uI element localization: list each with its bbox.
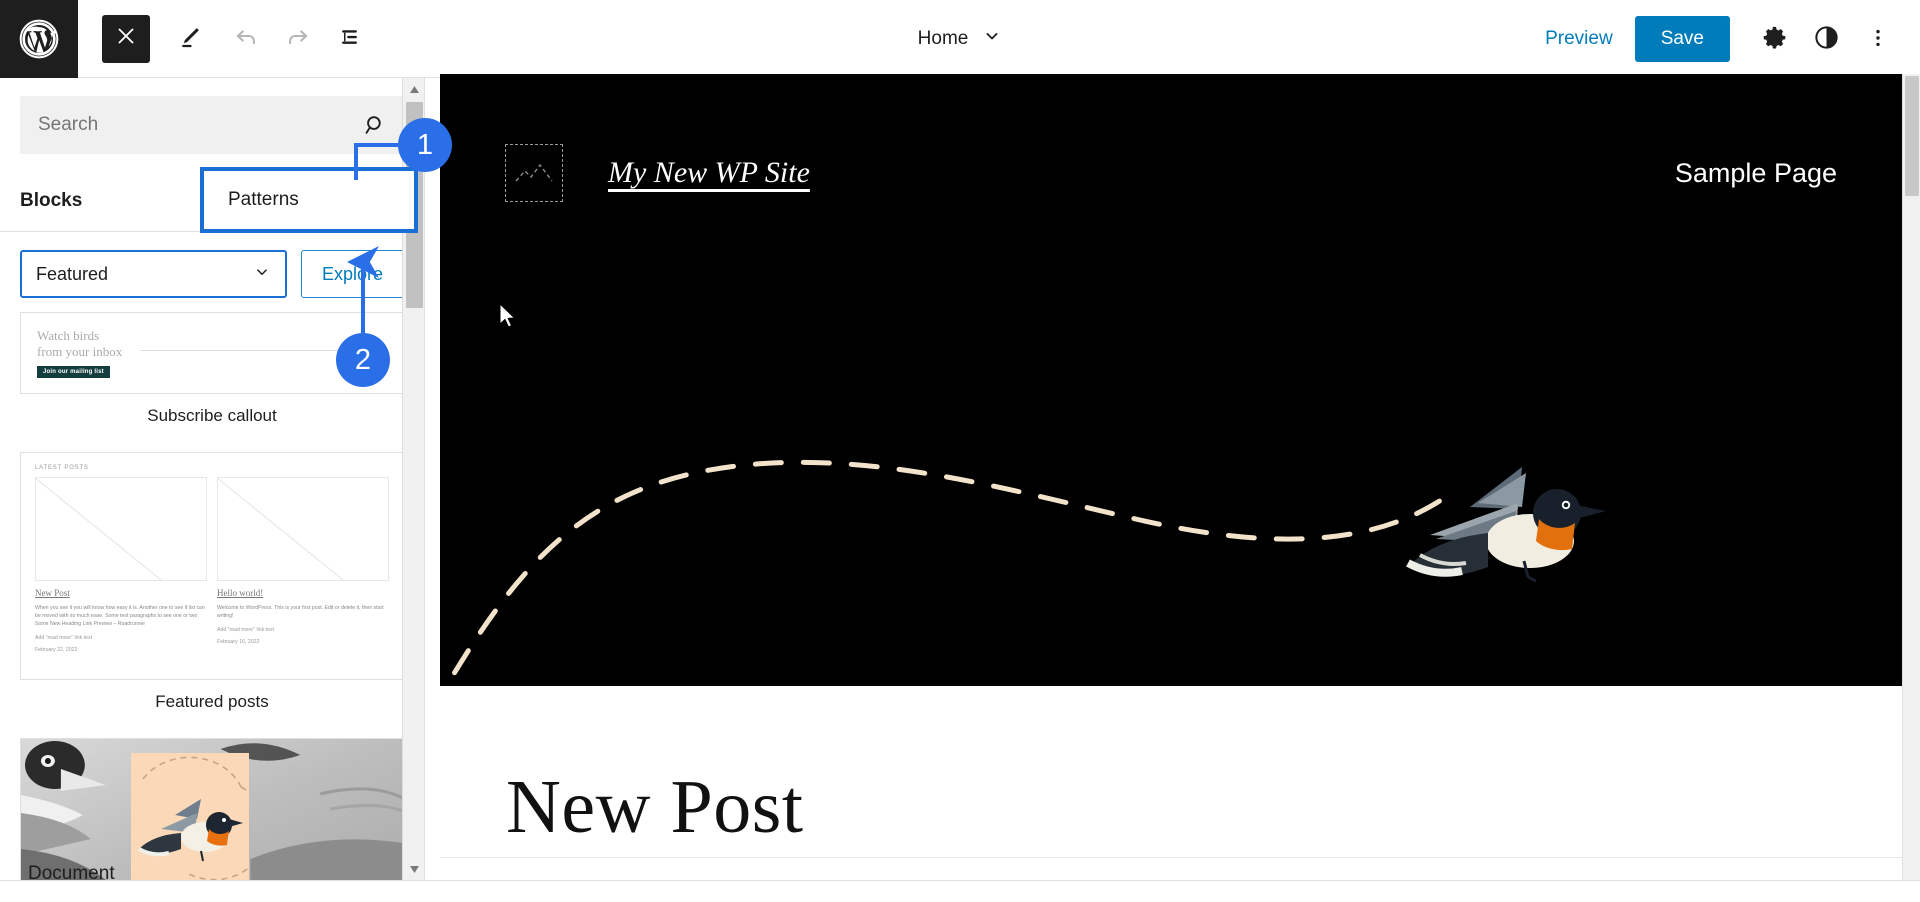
canvas-scrollbar-thumb[interactable] [1905,76,1919,196]
undo-arrow-icon [231,22,261,55]
redo-arrow-icon [283,22,313,55]
search-input[interactable] [20,96,362,154]
pattern-filter-row: Featured Explore [0,232,424,312]
edit-mode-button[interactable] [168,17,212,61]
featured-post-title: Hello world! [217,588,264,598]
featured-post-excerpt: When you see it you will know how easy i… [35,605,205,628]
latest-posts-heading: LATEST POSTS [35,465,89,471]
featured-post-title: New Post [35,588,70,598]
editor-canvas[interactable]: My New WP Site Sample Page New Post [440,74,1902,880]
flying-bird-illustration [138,756,249,880]
more-options-button[interactable] [1852,13,1904,65]
subscribe-cta-button: Join our mailing list [37,366,110,379]
inserter-tabs: Blocks Patterns [0,167,424,233]
close-editor-button[interactable] [102,14,150,63]
document-title-button[interactable]: Home [908,20,1013,58]
breadcrumb[interactable]: Document [28,863,115,885]
wordpress-logo-button[interactable] [0,0,78,78]
featured-post-column: New Post When you see it you will know h… [35,477,207,653]
dashed-flight-path [443,459,1453,686]
search-magnifier-icon [362,112,404,138]
pattern-list: Watch birds from your inbox Join our mai… [0,312,424,880]
block-inserter-sidebar: Blocks Patterns Featured Explore Watch b… [0,78,425,880]
list-view-button[interactable] [330,17,374,61]
pattern-label: Subscribe callout [147,406,277,425]
scroll-up-arrow-icon[interactable] [403,78,424,100]
document-title-label: Home [917,28,969,49]
featured-post-column: Hello world! Welcome to WordPress. This … [217,477,389,653]
chevron-down-icon [982,26,1002,52]
pattern-category-value: Featured [36,263,109,284]
featured-post-excerpt: Welcome to WordPress. This is your first… [217,605,384,620]
image-placeholder-icon [35,477,207,581]
section-divider [440,857,1902,858]
editor-top-bar: Home Preview Save [0,0,1920,78]
mouse-cursor [499,303,516,328]
save-button[interactable]: Save [1634,16,1730,62]
tab-patterns[interactable]: Patterns [200,167,418,233]
annotation-badge-2: 2 [336,333,390,387]
search-row [0,78,424,154]
search-field-wrapper[interactable] [20,96,404,154]
pencil-edit-icon [175,22,205,55]
featured-post-date: February 16, 2022 [217,639,260,646]
flying-bird-illustration [1406,467,1606,583]
featured-post-read-more: Add "read more" link text [35,635,93,642]
pattern-preview[interactable]: LATEST POSTS New Post When you see it yo… [20,452,404,680]
close-x-icon [114,24,138,53]
settings-button[interactable] [1748,13,1800,65]
site-hero-section[interactable]: My New WP Site Sample Page [440,74,1902,686]
canvas-scrollbar[interactable] [1902,74,1920,880]
featured-post-read-more: Add "read more" link text [217,627,275,634]
top-bar-actions: Preview Save [1529,0,1920,78]
post-title[interactable]: New Post [506,764,803,851]
pattern-label: Featured posts [155,692,269,711]
pattern-category-select[interactable]: Featured [20,250,287,298]
scroll-down-arrow-icon[interactable] [403,858,424,880]
three-dots-vertical-icon [1866,26,1890,53]
featured-post-date: February 22, 2022 [35,647,78,654]
pattern-item-bird-image[interactable] [20,738,404,880]
image-placeholder-icon [217,477,389,581]
gear-icon [1761,24,1788,54]
wordpress-logo-icon [19,19,59,59]
list-view-icon [337,22,367,55]
pattern-item-featured-posts[interactable]: LATEST POSTS New Post When you see it yo… [20,452,404,730]
subscribe-heading-line1: Watch birds [37,327,100,343]
styles-button[interactable] [1800,13,1852,65]
explore-button[interactable]: Explore [300,250,404,298]
undo-button[interactable] [224,17,268,61]
annotation-badge-1: 1 [398,118,452,172]
contrast-half-circle-icon [1813,24,1840,54]
redo-button[interactable] [276,17,320,61]
chevron-down-icon [253,263,271,286]
subscribe-heading-line2: from your inbox [37,344,123,359]
pattern-preview[interactable] [20,738,404,880]
preview-button[interactable]: Preview [1529,18,1629,60]
post-section[interactable]: New Post [440,686,1902,880]
editor-footer: Document [0,863,1920,902]
